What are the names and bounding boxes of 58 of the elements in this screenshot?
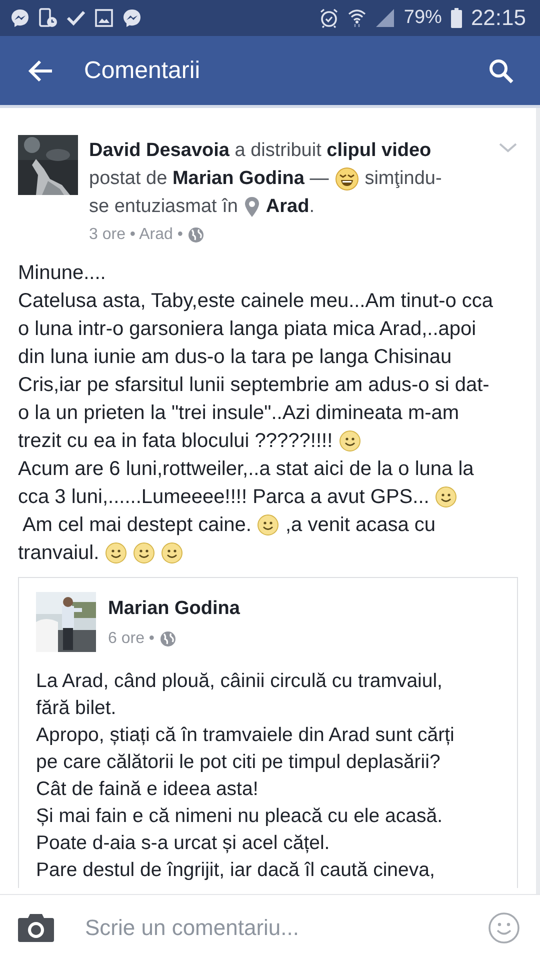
smiley-icon — [161, 542, 184, 564]
smiley-icon — [105, 542, 128, 564]
post-time: 3 ore • Arad • — [89, 225, 183, 245]
post-text: Acum are 6 luni,rottweiler,..a stat aici de la o luna la — [18, 457, 474, 482]
clock-time: 22:15 — [470, 5, 526, 31]
image-icon — [95, 9, 113, 27]
smiley-icon — [257, 514, 280, 536]
post-text: Catelusa asta, Taby,este cainele meu...Am tinut-o cca — [18, 289, 494, 314]
post-header-text: se entuziasmat în — [89, 195, 238, 219]
shared-post-text: La Arad, când plouă, câinii circulă cu tramvaiul, — [36, 669, 444, 694]
post-header-text: David Desavoia a distribuit clipul video — [89, 139, 432, 163]
post-text: din luna iunie am dus-o la tara pe langa Chisinau — [18, 345, 452, 370]
post-header-text: Arad. — [266, 195, 314, 219]
shared-post-text: Pare destul de îngrijit, iar dacă îl caută cineva, — [36, 858, 436, 883]
search-icon — [488, 58, 514, 84]
globe-icon — [188, 227, 204, 243]
alarm-clock-icon — [318, 8, 339, 28]
shared-post-text: Și mai fain e că nimeni nu pleacă cu ele acasă. — [36, 804, 444, 829]
post-text: cca 3 luni,......Lumeeee!!!! Parca a avut GPS... — [18, 485, 430, 510]
battery-icon — [450, 8, 462, 28]
back-button[interactable] — [28, 58, 54, 82]
smiley-icon — [133, 542, 156, 564]
location-pin-icon — [244, 196, 260, 218]
smiley-icon — [435, 486, 458, 508]
checkmark-icon — [66, 9, 86, 27]
post-header-text: simţindu- — [364, 167, 442, 191]
post-text: o la un prieten la "trei insule"..Azi dimineata m-am — [18, 401, 460, 426]
globe-icon — [160, 631, 176, 647]
post-time: 6 ore • — [108, 630, 155, 648]
battery-percentage: 79% — [404, 7, 442, 29]
post-text: Minune.... — [18, 261, 106, 286]
shared-post-text: Cât de faină e ideea asta! — [36, 777, 260, 802]
camera-button[interactable] — [17, 912, 55, 942]
shared-post-text: pe care călătorii le pot citi pe timpul deplasării? — [36, 750, 442, 775]
wifi-icon — [348, 8, 366, 28]
grinning-face-icon — [334, 167, 359, 191]
messenger-icon — [122, 8, 142, 28]
post-text: o luna intr-o garsoniera langa piata mica Arad,..apoi — [18, 317, 476, 342]
author-name[interactable]: Marian Godina — [108, 598, 240, 620]
phone-clock-icon — [39, 8, 57, 28]
page-title: Comentarii — [84, 56, 202, 84]
messenger-icon — [10, 8, 30, 28]
shared-post-text: Apropo, știați că în tramvaiele din Arad sunt cărți — [36, 723, 456, 748]
smiley-icon — [338, 430, 361, 452]
post-header-text: postat de Marian Godina — — [89, 167, 329, 191]
post-text: trezit cu ea in fata blocului ?????!!!! — [18, 429, 333, 454]
shared-post-text: Poate d-aia s-a urcat și acel cățel. — [36, 831, 331, 856]
signal-icon — [374, 8, 395, 28]
post-text: Cris,iar pe sfarsitul lunii septembrie am adus-o si dat- — [18, 373, 490, 398]
back-arrow-icon — [28, 58, 54, 82]
post-text: tranvaiul. — [18, 541, 100, 566]
camera-icon — [17, 912, 55, 942]
smiley-icon — [488, 912, 520, 944]
post-text: ,a venit acasa cu — [285, 513, 436, 538]
comment-input[interactable]: Scrie un comentariu... — [83, 914, 460, 942]
post-text: Am cel mai destept caine. — [21, 513, 252, 538]
shared-post-text: fără bilet. — [36, 696, 118, 721]
search-button[interactable] — [488, 58, 514, 84]
